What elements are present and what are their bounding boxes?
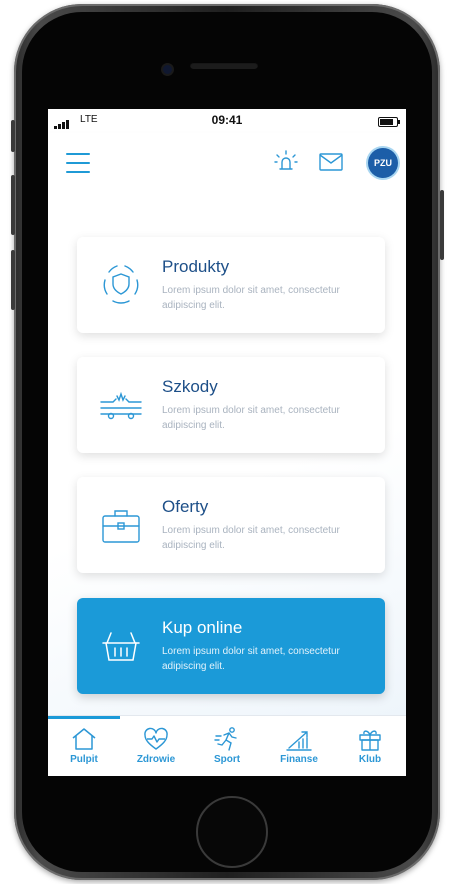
tab-label: Pulpit	[70, 754, 98, 765]
chart-icon	[286, 731, 312, 751]
tab-label: Klub	[358, 754, 382, 765]
tab-zdrowie[interactable]: Zdrowie	[120, 726, 192, 765]
home-icon	[72, 728, 96, 750]
alarm-icon[interactable]	[273, 148, 299, 174]
card-description: Lorem ipsum dolor sit amet, consectetur …	[162, 285, 340, 311]
runner-icon	[214, 727, 237, 751]
app-screen: LTE 09:41 PZU Produkty Lorem ipsum dolor…	[48, 109, 406, 776]
front-camera	[163, 65, 172, 74]
tab-label: Zdrowie	[136, 754, 176, 765]
briefcase-icon	[102, 510, 140, 543]
volume-down-button	[11, 250, 15, 310]
shield-icon	[103, 265, 139, 304]
tab-label: Sport	[213, 754, 241, 765]
car-crash-icon	[100, 391, 142, 420]
tab-finanse[interactable]: Finanse	[263, 726, 335, 765]
active-tab-indicator	[48, 716, 120, 719]
card-kup-online[interactable]: Kup online Lorem ipsum dolor sit amet, c…	[77, 598, 385, 694]
pzu-logo[interactable]: PZU	[368, 148, 398, 178]
card-title: Oferty	[162, 497, 209, 516]
status-bar: LTE 09:41	[48, 109, 406, 133]
gift-icon	[359, 730, 381, 751]
dashboard-content: Produkty Lorem ipsum dolor sit amet, con…	[48, 195, 406, 715]
battery-icon	[378, 117, 400, 127]
tab-sport[interactable]: Sport	[191, 726, 263, 765]
status-time: 09:41	[211, 113, 243, 127]
card-szkody[interactable]: Szkody Lorem ipsum dolor sit amet, conse…	[77, 357, 385, 453]
earpiece-speaker	[190, 62, 258, 69]
card-title: Szkody	[162, 377, 218, 396]
tab-klub[interactable]: Klub	[334, 726, 406, 765]
card-description: Lorem ipsum dolor sit amet, consectetur …	[162, 646, 340, 672]
tab-pulpit[interactable]: Pulpit	[48, 726, 120, 765]
home-button[interactable]	[196, 796, 268, 868]
app-header: PZU	[48, 133, 406, 195]
menu-icon[interactable]	[66, 153, 90, 175]
bottom-tab-bar: Pulpit Zdrowie Sport Finanse Klub	[48, 715, 406, 776]
card-description: Lorem ipsum dolor sit amet, consectetur …	[162, 525, 340, 551]
mail-icon[interactable]	[319, 153, 343, 171]
card-description: Lorem ipsum dolor sit amet, consectetur …	[162, 405, 340, 431]
power-button	[440, 190, 444, 260]
heart-icon	[144, 727, 168, 750]
card-oferty[interactable]: Oferty Lorem ipsum dolor sit amet, conse…	[77, 477, 385, 573]
card-produkty[interactable]: Produkty Lorem ipsum dolor sit amet, con…	[77, 237, 385, 333]
tab-label: Finanse	[280, 754, 318, 765]
card-title: Kup online	[162, 618, 243, 637]
volume-up-button	[11, 175, 15, 235]
card-title: Produkty	[162, 257, 230, 276]
basket-icon	[102, 632, 140, 661]
mute-switch	[11, 120, 15, 152]
